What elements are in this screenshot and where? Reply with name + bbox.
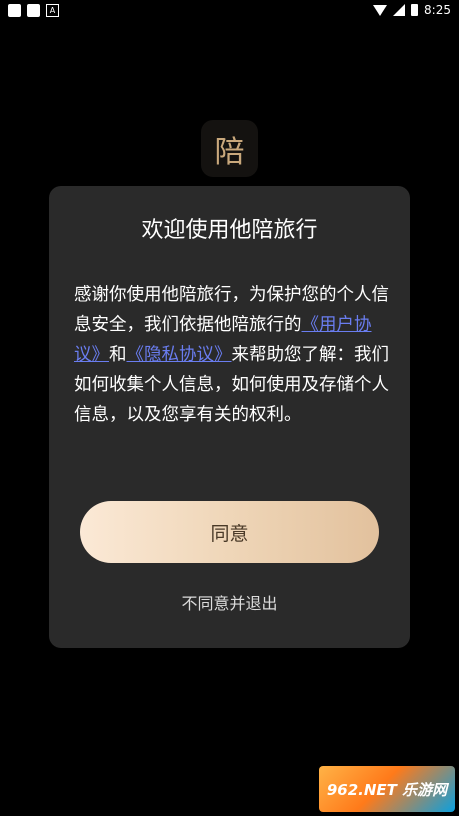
privacy-policy-link[interactable]: 《隐私协议》 bbox=[127, 345, 232, 365]
dialog-body: 感谢你使用他陪旅行，为保护您的个人信息安全，我们依据他陪旅行的《用户协议》和《隐… bbox=[74, 280, 390, 430]
notification-square-icon bbox=[8, 4, 21, 17]
status-bar-left: A bbox=[8, 4, 59, 17]
status-time: 8:25 bbox=[424, 3, 451, 17]
notification-square-icon bbox=[27, 4, 40, 17]
disagree-exit-button[interactable]: 不同意并退出 bbox=[49, 590, 410, 614]
watermark-text: 962.NET 乐游网 bbox=[326, 780, 448, 799]
dialog-title: 欢迎使用他陪旅行 bbox=[141, 218, 318, 243]
status-bar: A 8:25 bbox=[0, 0, 459, 22]
privacy-dialog: 欢迎使用他陪旅行 感谢你使用他陪旅行，为保护您的个人信息安全，我们依据他陪旅行的… bbox=[49, 186, 410, 648]
app-logo-glyph: 陪 bbox=[214, 134, 245, 170]
app-logo-icon: 陪 bbox=[201, 120, 258, 177]
watermark-logo: 962.NET 乐游网 bbox=[319, 766, 455, 812]
status-bar-right: 8:25 bbox=[373, 3, 451, 17]
screen: A 8:25 陪 欢迎使用他陪旅行 感谢你使用他陪旅行，为保护您的个人信息安全，… bbox=[0, 0, 459, 816]
body-text-and: 和 bbox=[109, 345, 127, 365]
wifi-icon bbox=[373, 4, 388, 16]
battery-icon bbox=[411, 4, 419, 16]
agree-button-label: 同意 bbox=[210, 522, 249, 545]
a-box-icon: A bbox=[46, 4, 59, 17]
agree-button[interactable]: 同意 bbox=[80, 501, 379, 563]
cellular-signal-icon bbox=[393, 4, 406, 16]
